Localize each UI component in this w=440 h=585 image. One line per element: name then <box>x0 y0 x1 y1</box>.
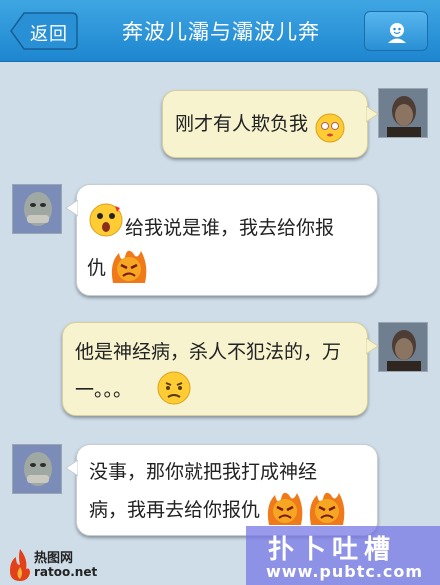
profile-button[interactable] <box>364 11 428 51</box>
message-bubble[interactable]: 给我说是谁，我去给你报 仇 <box>76 184 378 296</box>
ratoo-url: ratoo.net <box>34 565 98 579</box>
message-text: 没事，那你就把我打成神经 <box>89 461 318 483</box>
flame-logo-icon <box>10 549 30 581</box>
message-bubble[interactable]: 没事，那你就把我打成神经 病，我再去给你报仇 <box>76 444 378 536</box>
back-label: 返回 <box>30 24 68 45</box>
message-bubble[interactable]: 他是神经病，杀人不犯法的，万 一。。。 <box>62 322 368 416</box>
pubtc-url: www.pubtc.com <box>266 562 424 581</box>
ratoo-watermark: 热图网 ratoo.net <box>4 545 100 585</box>
message-text: 仇 <box>87 257 107 279</box>
message-text: 刚才有人欺负我 <box>175 113 309 135</box>
avatar-baboerben[interactable] <box>12 184 62 234</box>
worried-face-emoji <box>157 371 191 405</box>
shocked-face-emoji <box>89 203 123 237</box>
bubble-tail <box>65 200 78 217</box>
pubtc-watermark: 扑卜吐槽 www.pubtc.com <box>246 526 440 585</box>
angry-fire-emoji <box>267 492 303 525</box>
bubble-tail <box>366 106 379 123</box>
person-icon <box>388 23 406 43</box>
avatar-baboerben[interactable] <box>12 444 62 494</box>
message-text: 给我说是谁，我去给你报 <box>125 217 335 239</box>
back-button[interactable]: 返回 <box>10 12 78 50</box>
chat-header: 返回 奔波儿灞与灞波儿奔 <box>0 0 440 62</box>
bubble-tail <box>65 460 78 477</box>
ratoo-name: 热图网 <box>34 551 74 566</box>
angry-fire-emoji <box>111 250 147 283</box>
message-text: 一。。。 <box>75 379 133 401</box>
bubble-tail <box>366 338 379 355</box>
chat-title: 奔波儿灞与灞波儿奔 <box>122 20 320 44</box>
message-text: 他是神经病，杀人不犯法的，万 <box>75 341 342 363</box>
avatar-benboerba[interactable] <box>378 322 428 372</box>
pubtc-name: 扑卜吐槽 <box>268 535 397 565</box>
shy-face-emoji <box>315 113 345 143</box>
message-text: 病，我再去给你报仇 <box>89 499 261 521</box>
message-bubble[interactable]: 刚才有人欺负我 <box>162 90 368 158</box>
angry-fire-emoji <box>309 492 345 525</box>
avatar-benboerba[interactable] <box>378 88 428 138</box>
